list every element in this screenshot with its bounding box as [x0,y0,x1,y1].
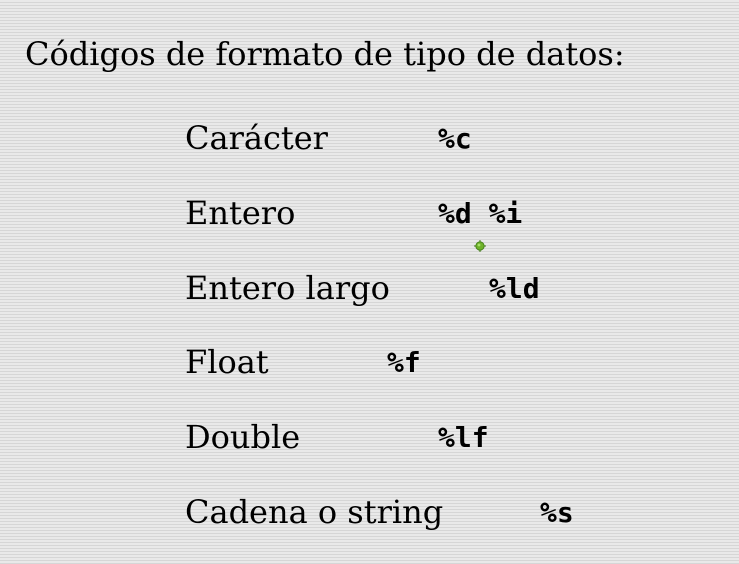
format-code-double: %lf [438,421,489,454]
row-label-double: Double [185,418,301,456]
row-label-caracter: Carácter [185,119,328,157]
format-code-cadena: %s [540,496,574,529]
slide-title: Códigos de formato de tipo de datos: [25,35,625,73]
row-label-entero: Entero [185,194,296,232]
row-label-cadena: Cadena o string [185,493,444,531]
format-code-entero-largo: %ld [489,272,540,305]
format-code-float: %f [387,346,421,379]
pointer-icon [474,240,486,252]
format-code-entero: %d %i [438,197,523,230]
row-label-float: Float [185,343,269,381]
format-code-caracter: %c [438,122,472,155]
row-label-entero-largo: Entero largo [185,269,390,307]
